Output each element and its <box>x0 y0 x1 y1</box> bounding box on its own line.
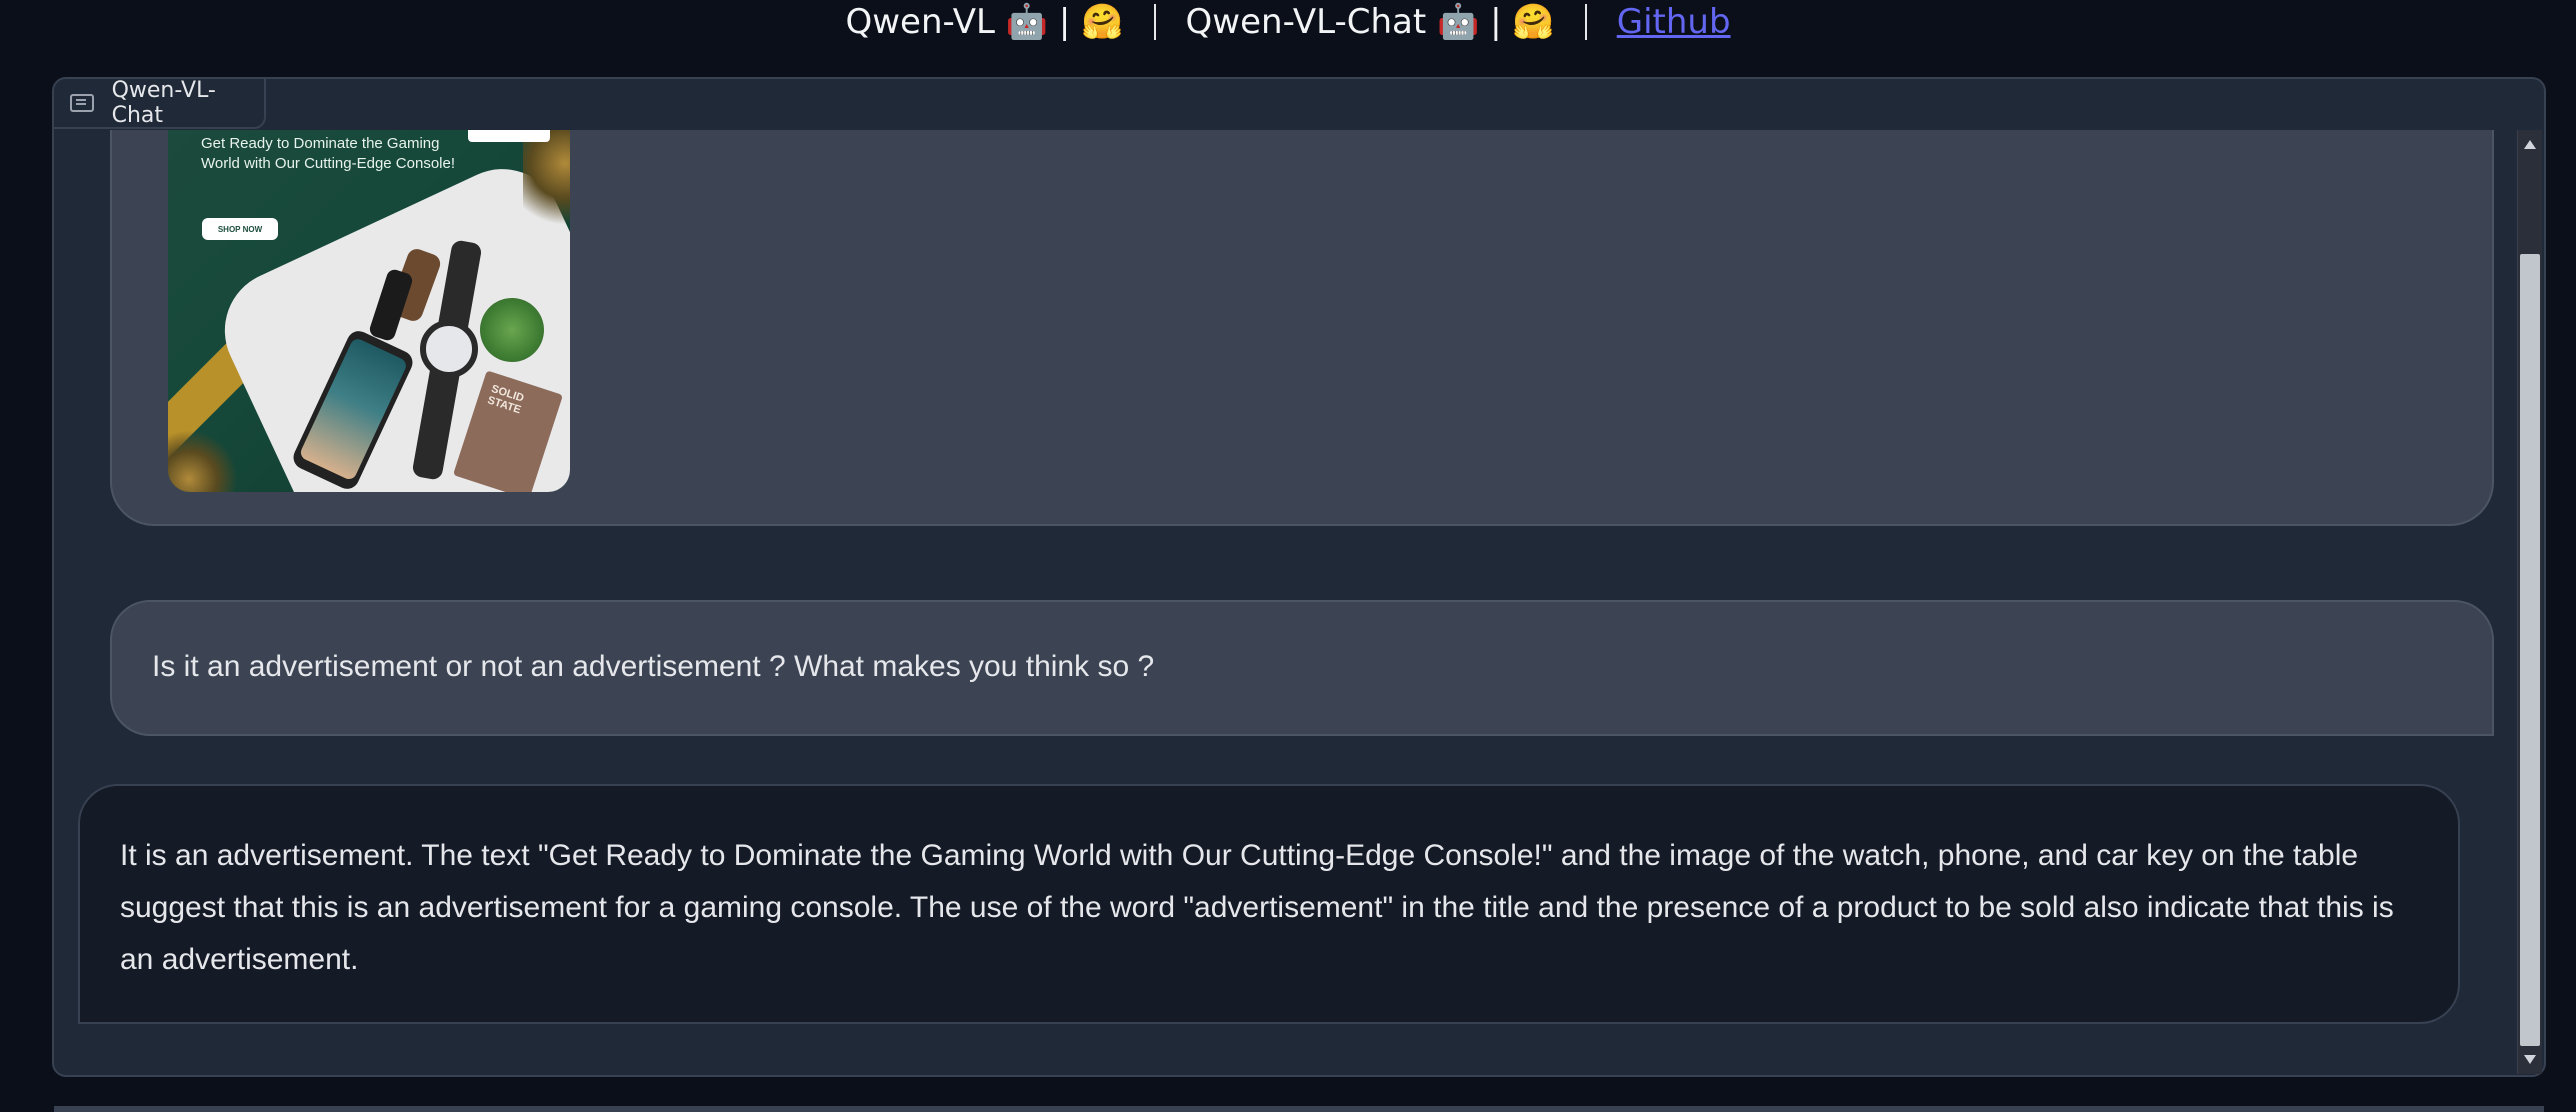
shop-now-button: SHOP NOW <box>202 218 278 240</box>
ornament-decoration <box>168 430 238 492</box>
ornament-decoration <box>523 130 570 240</box>
header-separator <box>1584 4 1587 40</box>
chat-bubble-icon <box>70 94 94 112</box>
scroll-thumb[interactable] <box>2520 254 2540 1046</box>
bot-answer-message: It is an advertisement. The text "Get Re… <box>78 784 2460 1024</box>
chatbot-label: Qwen-VL-Chat <box>54 78 266 129</box>
bot-answer-text: It is an advertisement. The text "Get Re… <box>120 839 2394 976</box>
panel-divider <box>54 1106 2544 1112</box>
scroll-down-icon[interactable] <box>2524 1055 2536 1064</box>
watch-product <box>420 320 478 378</box>
user-question-message: Is it an advertisement or not an adverti… <box>110 600 2494 736</box>
chat-scrollbar[interactable] <box>2517 130 2542 1074</box>
chatbot-label-text: Qwen-VL-Chat <box>111 78 216 128</box>
header-separator <box>1153 4 1156 40</box>
book-title: SOLID STATE <box>485 382 526 417</box>
ad-headline: Get Ready to Dominate the Gaming World w… <box>201 135 456 172</box>
ad-top-badge <box>468 130 550 142</box>
succulent-plant <box>480 298 544 362</box>
qwen-vl-link[interactable]: Qwen-VL 🤖 | 🤗 <box>845 2 1123 42</box>
user-question-text: Is it an advertisement or not an adverti… <box>152 650 1155 683</box>
github-link[interactable]: Github <box>1617 2 1731 42</box>
qwen-vl-chat-link[interactable]: Qwen-VL-Chat 🤖 | 🤗 <box>1186 2 1555 42</box>
top-header: Qwen-VL 🤖 | 🤗 Qwen-VL-Chat 🤖 | 🤗 Github <box>0 0 2576 44</box>
scroll-up-icon[interactable] <box>2524 140 2536 149</box>
advertisement-image[interactable]: Get Ready to Dominate the Gaming World w… <box>168 130 570 492</box>
chat-history[interactable]: Get Ready to Dominate the Gaming World w… <box>54 130 2544 1074</box>
